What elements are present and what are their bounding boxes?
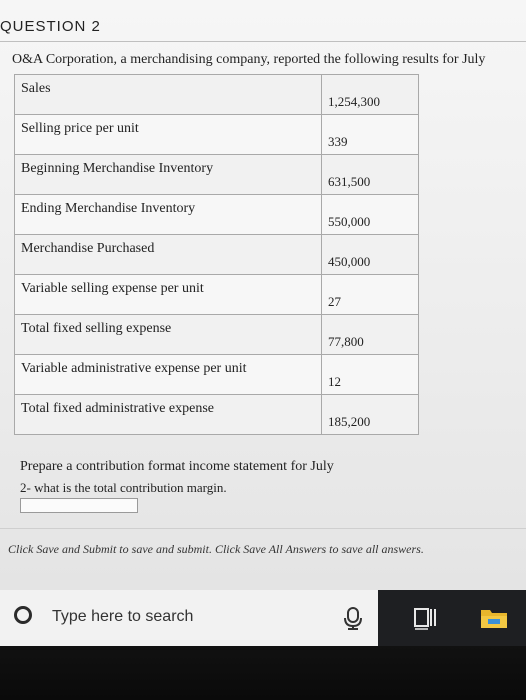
footer-divider <box>0 528 526 529</box>
row-value: 550,000 <box>321 194 419 235</box>
row-label: Total fixed selling expense <box>14 314 322 355</box>
task-view-icon[interactable] <box>414 606 438 630</box>
answer-input[interactable] <box>20 498 138 513</box>
row-label: Ending Merchandise Inventory <box>14 194 322 235</box>
table-row: Variable selling expense per unit 27 <box>14 274 419 315</box>
row-label: Total fixed administrative expense <box>14 394 322 435</box>
row-value: 631,500 <box>321 154 419 195</box>
monitor-bezel <box>0 646 526 700</box>
row-label: Variable selling expense per unit <box>14 274 322 315</box>
table-row: Ending Merchandise Inventory 550,000 <box>14 194 419 235</box>
row-value: 450,000 <box>321 234 419 275</box>
data-table: Sales 1,254,300 Selling price per unit 3… <box>14 74 419 435</box>
row-value: 1,254,300 <box>321 74 419 115</box>
table-row: Merchandise Purchased 450,000 <box>14 234 419 275</box>
table-row: Variable administrative expense per unit… <box>14 354 419 395</box>
save-instructions: Click Save and Submit to save and submit… <box>8 542 424 556</box>
row-label: Sales <box>14 74 322 115</box>
row-value: 185,200 <box>321 394 419 435</box>
row-value: 339 <box>321 114 419 155</box>
table-row: Sales 1,254,300 <box>14 74 419 115</box>
search-placeholder: Type here to search <box>52 608 194 625</box>
prompt-question: 2- what is the total contribution margin… <box>20 480 227 495</box>
search-circle-icon <box>14 606 32 624</box>
table-row: Total fixed administrative expense 185,2… <box>14 394 419 435</box>
file-explorer-icon[interactable] <box>480 606 508 630</box>
row-value: 27 <box>321 274 419 315</box>
microphone-icon[interactable] <box>342 606 364 630</box>
row-label: Merchandise Purchased <box>14 234 322 275</box>
table-row: Beginning Merchandise Inventory 631,500 <box>14 154 419 195</box>
row-label: Variable administrative expense per unit <box>14 354 322 395</box>
row-label: Selling price per unit <box>14 114 322 155</box>
table-row: Total fixed selling expense 77,800 <box>14 314 419 355</box>
windows-taskbar: Type here to search <box>0 590 526 646</box>
question-header: QUESTION 2 <box>0 18 101 35</box>
row-value: 77,800 <box>321 314 419 355</box>
table-row: Selling price per unit 339 <box>14 114 419 155</box>
taskbar-search-box[interactable]: Type here to search <box>0 590 378 646</box>
question-intro: O&A Corporation, a merchandising company… <box>12 52 486 67</box>
row-label: Beginning Merchandise Inventory <box>14 154 322 195</box>
header-divider <box>0 41 526 42</box>
browser-page: QUESTION 2 O&A Corporation, a merchandis… <box>0 0 526 590</box>
row-value: 12 <box>321 354 419 395</box>
prompt-instruction: Prepare a contribution format income sta… <box>20 459 334 474</box>
